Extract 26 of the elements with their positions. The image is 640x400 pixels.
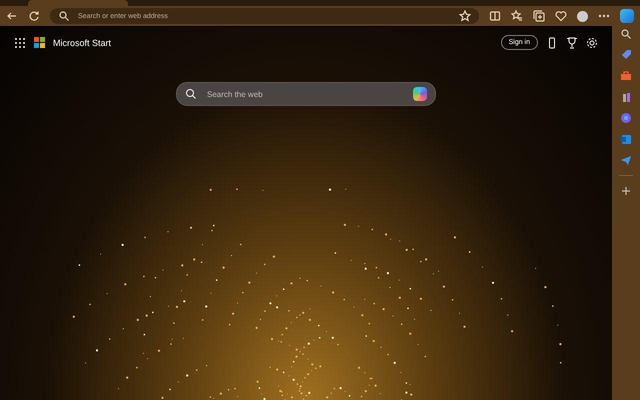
split-screen-icon[interactable] [489,10,501,22]
search-bar[interactable]: Search the web [176,82,436,106]
mail-icon[interactable] [620,133,632,145]
add-icon[interactable] [620,185,632,197]
four-squares-logo [34,37,45,48]
copilot-icon[interactable] [413,87,427,101]
app-launcher-icon[interactable] [14,36,26,48]
web-search-field[interactable]: Search the web [205,88,405,100]
toolbox-icon[interactable] [620,70,632,82]
refresh-icon[interactable] [28,10,40,22]
copilot-icon[interactable] [620,9,634,23]
brand-name: Microsoft Start [53,38,112,48]
phone-icon[interactable] [546,36,558,48]
profile-avatar[interactable] [577,10,588,22]
tag-icon[interactable] [620,49,632,61]
heart-pulse-icon[interactable] [555,10,567,22]
settings-icon[interactable] [586,36,598,48]
paper-plane-icon[interactable] [620,154,632,166]
back-icon[interactable] [6,10,18,22]
search-icon [185,88,197,100]
trophy-icon[interactable] [566,36,578,48]
collections-icon[interactable] [533,10,545,22]
search-icon[interactable] [620,28,632,40]
favorites-icon[interactable] [511,10,523,22]
star-icon[interactable] [459,10,471,22]
search-icon [58,10,70,22]
